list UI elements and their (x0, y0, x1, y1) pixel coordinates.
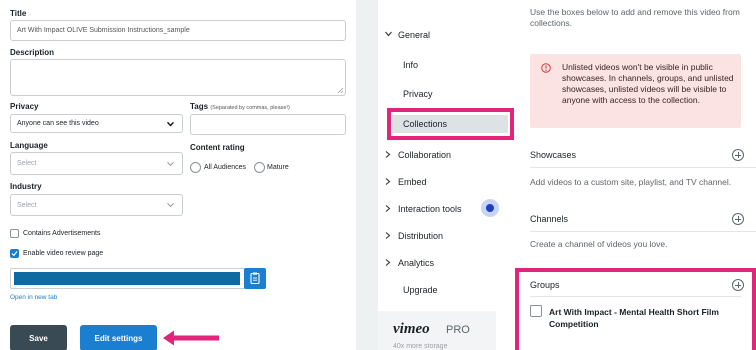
description-label: Description (10, 48, 55, 57)
add-channel-plus-icon[interactable] (732, 213, 744, 225)
video-settings-panel: Title Art With Impact OLIVE Submission I… (0, 0, 356, 350)
tags-label-text: Tags (190, 102, 209, 111)
industry-select-value: Select (17, 201, 37, 209)
industry-select[interactable]: Select (10, 194, 183, 216)
language-select-value: Select (17, 160, 37, 167)
nav-collaboration-label: Collaboration (398, 150, 452, 160)
collections-intro: Use the boxes below to add and remove th… (530, 7, 740, 28)
save-button[interactable]: Save (10, 325, 67, 350)
warning-text: Unlisted videos won't be visible in publ… (562, 62, 734, 105)
review-link-value-bar (14, 272, 240, 285)
divider (530, 296, 741, 297)
privacy-label: Privacy (10, 102, 39, 111)
open-new-tab-link[interactable]: Open in new tab (10, 294, 57, 301)
chevron-right-icon (385, 178, 391, 185)
nav-embed-label: Embed (398, 177, 427, 187)
privacy-select-value: Anyone can see this video (17, 120, 99, 127)
title-input-value: Art With Impact OLIVE Submission Instruc… (17, 27, 190, 34)
title-input[interactable]: Art With Impact OLIVE Submission Instruc… (10, 20, 346, 41)
resize-handle-icon[interactable] (337, 87, 343, 93)
checkmark-icon (11, 251, 18, 257)
description-textarea[interactable] (10, 59, 346, 96)
nav-general-label: General (398, 30, 431, 40)
add-showcase-plus-icon[interactable] (732, 149, 744, 161)
divider (530, 167, 756, 168)
group-item-checkbox[interactable] (530, 305, 542, 317)
group-item-label: Art With Impact - Mental Health Short Fi… (549, 307, 719, 329)
chevron-right-icon (385, 205, 391, 212)
showcases-description: Add videos to a custom site, playlist, a… (530, 177, 732, 187)
enable-review-checkbox[interactable] (10, 249, 19, 258)
nav-privacy-label: Privacy (403, 89, 433, 99)
tags-input[interactable] (190, 114, 346, 135)
content-rating-label: Content rating (190, 143, 245, 152)
chevron-down-icon (385, 31, 392, 37)
vimeo-pro-promo[interactable]: vimeo PRO 40x more storage (378, 311, 496, 350)
industry-label: Industry (10, 182, 42, 191)
channels-title: Channels (530, 214, 569, 224)
vimeo-pro-label: PRO (446, 324, 470, 336)
rating-mature-label: Mature (267, 164, 289, 171)
tags-label: Tags (Separated by commas, please!) (190, 102, 290, 111)
settings-sidebar: General Info Privacy Collections Collabo… (378, 0, 514, 350)
chevron-right-icon (385, 151, 391, 158)
nav-interaction-tools-label: Interaction tools (398, 204, 462, 214)
nav-distribution-label: Distribution (398, 231, 444, 241)
chevron-right-icon (385, 232, 391, 239)
add-group-plus-icon[interactable] (732, 279, 744, 291)
showcases-title: Showcases (530, 150, 577, 160)
title-label: Title (10, 9, 27, 18)
pink-arrow-icon (163, 330, 219, 346)
tags-hint: (Separated by commas, please!) (210, 105, 290, 111)
vimeo-logo: vimeo (393, 321, 430, 337)
chevron-down-icon (167, 161, 174, 166)
collections-annotation-box (387, 108, 514, 140)
copy-link-button[interactable] (244, 268, 266, 289)
groups-title: Groups (530, 280, 560, 290)
language-select[interactable]: Select (10, 152, 183, 175)
collections-content: Use the boxes below to add and remove th… (513, 0, 756, 350)
privacy-select[interactable]: Anyone can see this video (10, 114, 183, 133)
vimeo-promo-text: 40x more storage (393, 343, 448, 350)
unlisted-warning-banner: Unlisted videos won't be visible in publ… (530, 54, 741, 128)
edit-settings-button[interactable]: Edit settings (80, 325, 157, 350)
collections-settings-window: General Info Privacy Collections Collabo… (378, 0, 756, 350)
divider (530, 231, 756, 232)
review-link-field[interactable] (10, 268, 266, 289)
chevron-down-icon (167, 121, 174, 126)
nav-analytics-label: Analytics (398, 258, 435, 268)
nav-upgrade-label: Upgrade (403, 285, 438, 295)
rating-all-label: All Audiences (204, 164, 247, 171)
warning-icon (541, 63, 551, 73)
channels-description: Create a channel of videos you love. (530, 239, 668, 249)
copy-icon (250, 272, 260, 284)
cursor-dot-icon (486, 204, 494, 212)
chevron-right-icon (385, 259, 391, 266)
language-label: Language (10, 141, 48, 150)
rating-mature-radio[interactable] (254, 162, 265, 173)
chevron-down-icon (167, 202, 174, 208)
nav-info-label: Info (403, 60, 419, 70)
enable-review-label: Enable video review page (23, 250, 104, 257)
contains-ads-checkbox[interactable] (10, 229, 19, 238)
contains-ads-label: Contains Advertisements (23, 230, 101, 237)
rating-all-radio[interactable] (190, 162, 201, 173)
